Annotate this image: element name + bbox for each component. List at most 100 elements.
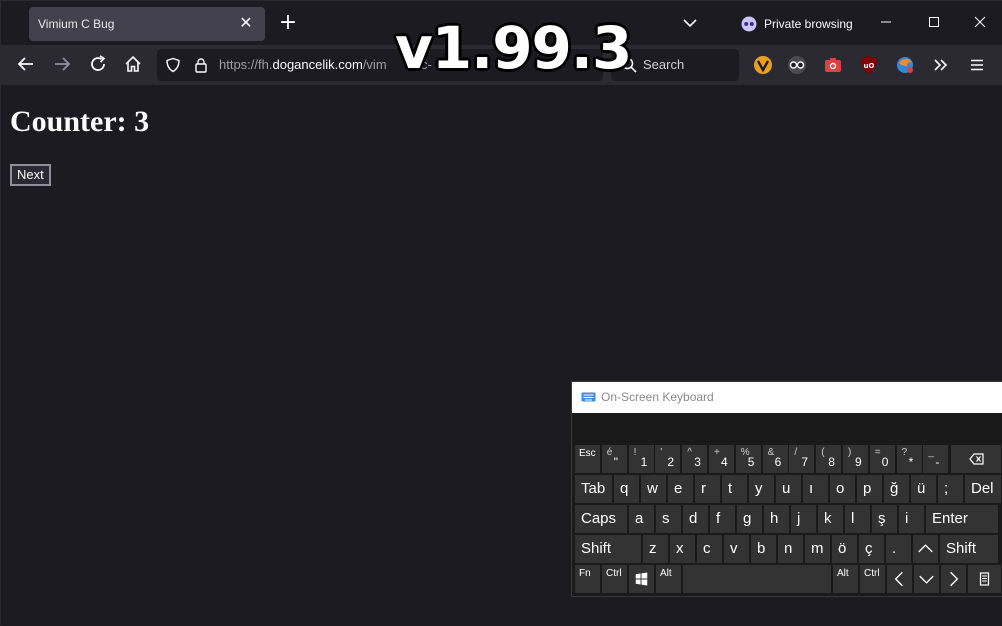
key-row1-13[interactable]: _ -	[923, 445, 949, 473]
chevron-down-icon[interactable]	[681, 14, 699, 32]
key-row3-8[interactable]: k	[818, 505, 843, 533]
key-row2-8[interactable]: ı	[803, 475, 828, 503]
key-row2-14[interactable]: Del	[965, 475, 1001, 503]
key-row2-5[interactable]: t	[722, 475, 747, 503]
key-row2-12[interactable]: ü	[911, 475, 936, 503]
home-icon[interactable]	[122, 53, 144, 75]
key-row4-10[interactable]: .	[886, 535, 911, 563]
key-row4-5[interactable]: b	[751, 535, 776, 563]
key-row3-4[interactable]: f	[710, 505, 735, 533]
key-row2-11[interactable]: ğ	[884, 475, 909, 503]
key-row4-6[interactable]: n	[778, 535, 803, 563]
key-row3-12[interactable]: Enter	[926, 505, 998, 533]
key-row2-6[interactable]: y	[749, 475, 774, 503]
ublock-origin-icon[interactable]: uO	[859, 55, 879, 75]
key-row3-1[interactable]: a	[629, 505, 654, 533]
shield-icon[interactable]	[165, 57, 181, 73]
key-row1-2[interactable]: ! 1	[628, 445, 654, 473]
key-row2-4[interactable]: r	[695, 475, 720, 503]
key-row3-11[interactable]: i	[899, 505, 924, 533]
key-row1-11[interactable]: = 0	[869, 445, 895, 473]
vimium-c-extension-icon[interactable]	[753, 55, 773, 75]
close-window-icon[interactable]	[971, 13, 989, 31]
arrow-up-key[interactable]	[913, 535, 938, 563]
maximize-icon[interactable]	[925, 13, 943, 31]
key-label: t	[728, 480, 733, 497]
reload-icon[interactable]	[87, 53, 109, 75]
key-row3-3[interactable]: d	[683, 505, 708, 533]
key-row3-6[interactable]: h	[764, 505, 789, 533]
key-row2-7[interactable]: u	[776, 475, 801, 503]
menu-hamburger-icon[interactable]	[967, 55, 987, 75]
key-row2-0[interactable]: Tab	[575, 475, 612, 503]
backspace-key[interactable]	[951, 445, 1001, 473]
key-label: 8	[828, 455, 835, 469]
alt-key-right[interactable]: Alt	[833, 565, 858, 593]
key-shift-label: (	[821, 447, 825, 458]
ctrl-key-right[interactable]: Ctrl	[860, 565, 885, 593]
key-row4-0[interactable]: Shift	[575, 535, 641, 563]
alt-key-left[interactable]: Alt	[656, 565, 681, 593]
key-row1-4[interactable]: ^ 3	[682, 445, 708, 473]
key-label: 6	[774, 455, 782, 469]
key-row3-2[interactable]: s	[656, 505, 681, 533]
key-row2-3[interactable]: e	[668, 475, 693, 503]
camera-extension-icon[interactable]	[823, 55, 843, 75]
key-row2-2[interactable]: w	[641, 475, 666, 503]
forward-arrow-icon[interactable]	[51, 53, 73, 75]
close-tab-icon[interactable]: ✕	[237, 14, 255, 32]
ctrl-key-left[interactable]: Ctrl	[602, 565, 627, 593]
key-row1-8[interactable]: /7	[789, 445, 815, 473]
osk-title: On-Screen Keyboard	[601, 390, 714, 404]
arrow-right-key[interactable]	[941, 565, 966, 593]
key-row2-1[interactable]: q	[614, 475, 639, 503]
key-label: b	[757, 540, 766, 557]
space-key[interactable]	[683, 565, 831, 593]
key-row3-5[interactable]: g	[737, 505, 762, 533]
svg-text:uO: uO	[864, 62, 875, 70]
key-row4-2[interactable]: x	[670, 535, 695, 563]
key-row1-10[interactable]: ) 9	[843, 445, 868, 473]
key-row3-0[interactable]: Caps	[575, 505, 627, 533]
key-row1-5[interactable]: +4	[709, 445, 734, 473]
back-arrow-icon[interactable]	[15, 53, 37, 75]
active-tab[interactable]: Vimium C Bug ✕	[29, 7, 265, 41]
key-row1-3[interactable]: ' 2	[655, 445, 681, 473]
fn-key[interactable]: Fn	[575, 565, 600, 593]
key-row4-3[interactable]: c	[697, 535, 722, 563]
key-label: k	[824, 510, 832, 527]
glasses-extension-icon[interactable]	[787, 55, 807, 75]
key-row4-11[interactable]: Shift	[940, 535, 998, 563]
new-tab-button[interactable]: +	[277, 12, 299, 35]
key-label: 3	[694, 455, 701, 469]
key-row1-0[interactable]: Esc	[575, 445, 600, 473]
key-row2-9[interactable]: o	[830, 475, 855, 503]
key-row4-1[interactable]: z	[643, 535, 668, 563]
key-row1-7[interactable]: & 6	[762, 445, 788, 473]
key-row3-10[interactable]: ş	[872, 505, 897, 533]
key-row4-7[interactable]: m	[805, 535, 830, 563]
overflow-chevrons-icon[interactable]	[931, 55, 951, 75]
key-row4-9[interactable]: ç	[859, 535, 884, 563]
minimize-icon[interactable]	[877, 13, 895, 31]
key-row1-1[interactable]: é "	[601, 445, 627, 473]
key-row4-4[interactable]: v	[724, 535, 749, 563]
key-row1-9[interactable]: (8	[816, 445, 842, 473]
context-menu-key[interactable]	[968, 565, 1001, 593]
lock-icon[interactable]	[193, 57, 209, 73]
key-label: Fn	[579, 568, 591, 579]
next-button[interactable]: Next	[10, 164, 51, 186]
key-row1-6[interactable]: % 5	[735, 445, 761, 473]
key-row2-13[interactable]: ;	[938, 475, 963, 503]
key-row3-9[interactable]: l	[845, 505, 870, 533]
firefox-extension-icon[interactable]	[895, 55, 915, 75]
windows-key[interactable]	[629, 565, 654, 593]
key-row1-12[interactable]: ? *	[896, 445, 922, 473]
key-row4-8[interactable]: ö	[832, 535, 857, 563]
arrow-down-key[interactable]	[914, 565, 939, 593]
key-row3-7[interactable]: j	[791, 505, 816, 533]
key-label: u	[782, 480, 791, 497]
key-shift-label: +	[714, 447, 720, 458]
key-row2-10[interactable]: p	[857, 475, 882, 503]
arrow-left-key[interactable]	[887, 565, 912, 593]
